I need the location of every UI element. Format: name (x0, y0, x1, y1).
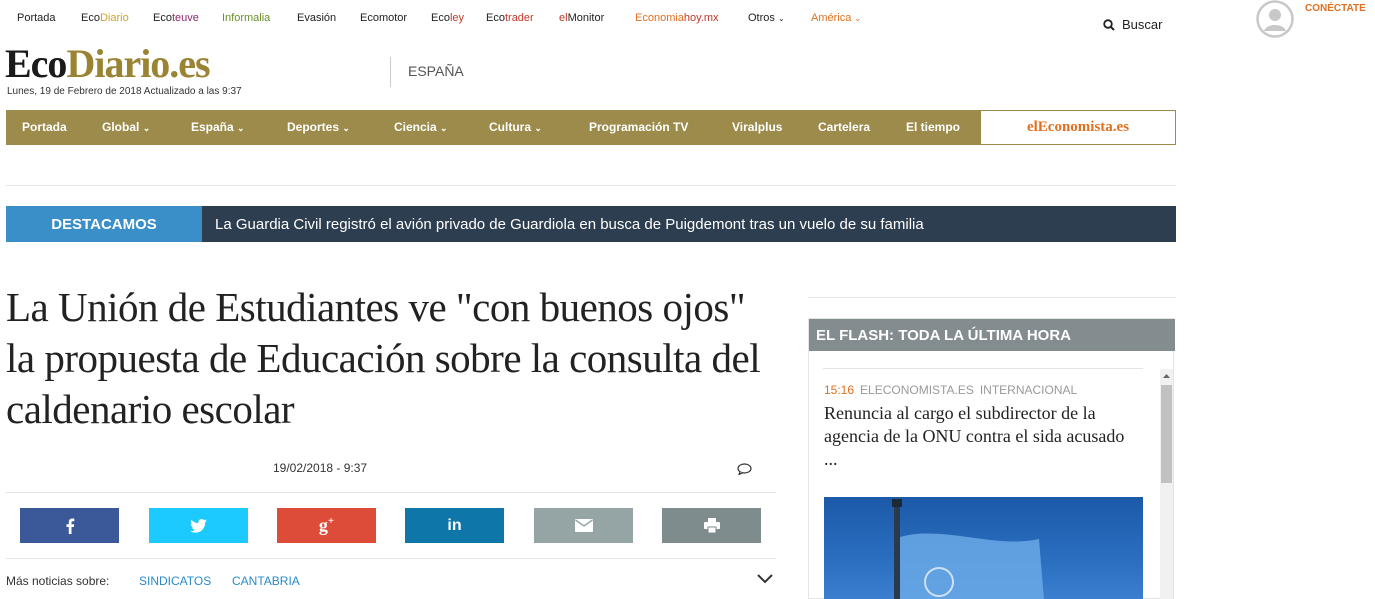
date-line: Lunes, 19 de Febrero de 2018 Actualizado… (7, 86, 242, 97)
chevron-down-icon: ⌄ (440, 123, 448, 133)
highlight-label: DESTACAMOS (6, 206, 202, 242)
section-title: ESPAÑA (408, 63, 464, 79)
nav-viralplus[interactable]: Viralplus (732, 120, 782, 134)
top-bar: Portada EcoDiario Ecoteuve Informalia Ev… (0, 0, 1375, 38)
un-flag-image (892, 499, 1044, 599)
divider (823, 368, 1143, 369)
logo-part-diario: Diario.es (66, 41, 210, 86)
flash-widget: EL FLASH: TODA LA ÚLTIMA HORA 15:16 ELEC… (808, 318, 1175, 599)
nav-el-tiempo[interactable]: El tiempo (906, 120, 960, 134)
nav-cultura[interactable]: Cultura ⌄ (489, 120, 542, 134)
email-icon (574, 519, 593, 532)
topnav-elmonitor[interactable]: elMonitor (559, 12, 604, 24)
related-tags-label: Más noticias sobre: (6, 574, 110, 588)
tag-link[interactable]: SINDICATOS (139, 574, 211, 588)
site-logo[interactable]: EcoDiario.es (5, 41, 211, 86)
topnav-ecodiario[interactable]: EcoDiario (81, 12, 129, 24)
scroll-up-icon[interactable] (1160, 369, 1173, 382)
flash-item-source: ELECONOMISTA.ES (860, 383, 974, 397)
print-icon (703, 518, 720, 533)
article-date: 19/02/2018 - 9:37 (273, 461, 368, 475)
scrollbar-thumb[interactable] (1161, 385, 1172, 483)
chevron-down-icon[interactable] (757, 574, 773, 584)
logo-part-eco: Eco (5, 41, 67, 86)
divider (6, 185, 1176, 186)
nav-programacion-tv[interactable]: Programación TV (589, 120, 688, 134)
partner-part-es: .es (1112, 119, 1130, 135)
topnav-ecomotor[interactable]: Ecomotor (360, 12, 407, 24)
divider (390, 57, 391, 87)
chevron-down-icon: ⌄ (142, 123, 151, 133)
linkedin-icon: in (447, 516, 462, 534)
nav-ciencia[interactable]: Ciencia ⌄ (394, 120, 448, 134)
share-facebook-button[interactable] (20, 508, 119, 543)
search-button[interactable]: Buscar (1103, 17, 1162, 32)
flash-item-category: INTERNACIONAL (979, 383, 1078, 397)
article-headline: La Unión de Estudiantes ve "con buenos o… (6, 284, 761, 432)
share-google-plus-button[interactable]: g+ (277, 508, 376, 543)
partner-part-el: el (1026, 119, 1038, 135)
highlight-bar: DESTACAMOS La Guardia Civil registró el … (6, 206, 1176, 242)
chevron-down-icon: ⌄ (342, 123, 350, 133)
tag-link[interactable]: CANTABRIA (232, 574, 300, 588)
search-label: Buscar (1122, 17, 1163, 32)
flash-item-headline[interactable]: Renuncia al cargo el subdirector de la a… (824, 402, 1142, 471)
topnav-evasion[interactable]: Evasión (297, 12, 336, 24)
topnav-portada[interactable]: Portada (17, 12, 56, 24)
nav-cartelera[interactable]: Cartelera (818, 120, 870, 134)
divider (6, 558, 776, 559)
topnav-ecoley[interactable]: Ecoley (431, 12, 464, 24)
highlight-link[interactable]: La Guardia Civil registró el avión priva… (202, 206, 924, 242)
partner-part-economista: Economista (1037, 119, 1113, 135)
share-email-button[interactable] (534, 508, 633, 543)
chevron-down-icon: ⌄ (854, 14, 862, 23)
nav-global[interactable]: Global ⌄ (102, 120, 150, 134)
flash-item-image[interactable] (824, 497, 1143, 599)
topnav-ecoteuve[interactable]: Ecoteuve (153, 12, 199, 24)
share-linkedin-button[interactable]: in (405, 508, 504, 543)
comment-icon[interactable] (737, 463, 752, 475)
share-twitter-button[interactable] (149, 508, 248, 543)
flash-item-time: 15:16 (824, 383, 855, 397)
divider (6, 492, 776, 493)
twitter-icon (190, 518, 207, 533)
topnav-ecotrader[interactable]: Ecotrader (486, 12, 534, 24)
flash-title: EL FLASH: TODA LA ÚLTIMA HORA (809, 319, 1175, 351)
nav-portada[interactable]: Portada (22, 120, 67, 134)
google-plus-icon: g+ (318, 515, 335, 535)
topnav-informalia[interactable]: Informalia (222, 12, 270, 24)
user-avatar-icon[interactable] (1256, 0, 1294, 38)
divider (808, 297, 1176, 298)
nav-deportes[interactable]: Deportes ⌄ (287, 120, 350, 134)
chevron-down-icon: ⌄ (534, 123, 542, 133)
chevron-down-icon: ⌄ (777, 14, 785, 23)
share-print-button[interactable] (662, 508, 761, 543)
flash-item-meta: 15:16 ELECONOMISTA.ES INTERNACIONAL (824, 383, 1077, 397)
search-icon (1103, 18, 1115, 31)
chevron-down-icon: ⌄ (237, 123, 245, 133)
topnav-america[interactable]: América ⌄ (811, 12, 861, 24)
facebook-icon (66, 518, 74, 534)
login-link[interactable]: CONÉCTATE (1305, 3, 1366, 14)
topnav-economiahoy[interactable]: Economiahoy.mx (635, 12, 719, 24)
topnav-otros[interactable]: Otros ⌄ (748, 12, 785, 24)
eleconomista-link[interactable]: el Economista .es (980, 110, 1176, 145)
scrollbar[interactable] (1160, 369, 1173, 599)
nav-espana[interactable]: España ⌄ (191, 120, 245, 134)
